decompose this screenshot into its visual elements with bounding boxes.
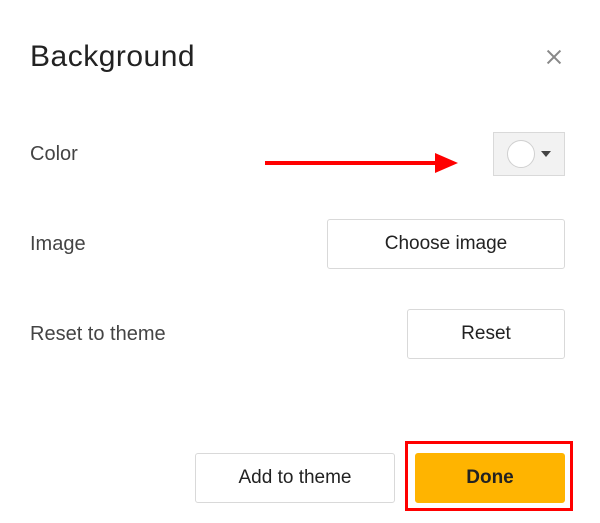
reset-button[interactable]: Reset [407, 309, 565, 359]
color-picker[interactable] [493, 132, 565, 176]
dialog-footer: Add to theme Done [30, 423, 565, 503]
row-image: Image Choose image [30, 214, 565, 274]
background-dialog: Background Color Image Choose image Rese… [30, 40, 565, 503]
chevron-down-icon [541, 151, 551, 157]
color-swatch [507, 140, 535, 168]
choose-image-button[interactable]: Choose image [327, 219, 565, 269]
close-icon[interactable] [543, 46, 565, 68]
row-color: Color [30, 124, 565, 184]
done-button[interactable]: Done [415, 453, 565, 503]
dialog-header: Background [30, 40, 565, 74]
image-label: Image [30, 233, 86, 256]
add-to-theme-button[interactable]: Add to theme [195, 453, 395, 503]
row-reset: Reset to theme Reset [30, 304, 565, 364]
color-label: Color [30, 143, 78, 166]
reset-label: Reset to theme [30, 323, 166, 346]
dialog-title: Background [30, 40, 195, 74]
